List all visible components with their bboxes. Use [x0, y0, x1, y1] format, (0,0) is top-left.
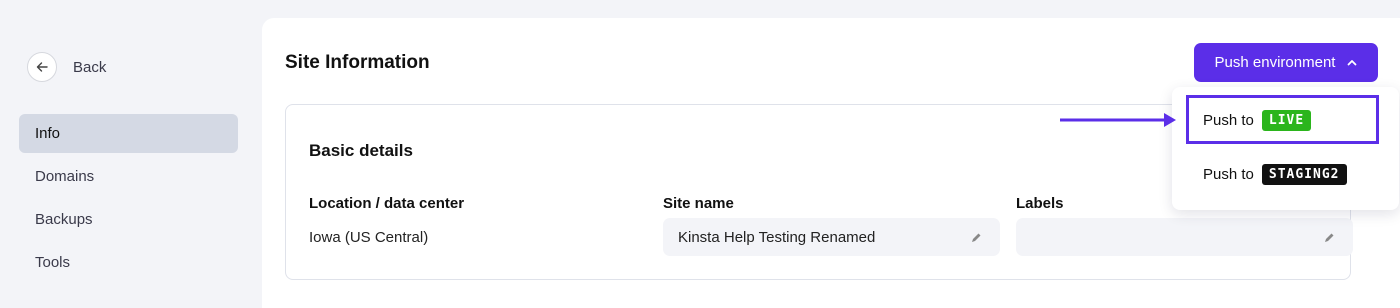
location-label: Location / data center [309, 195, 465, 212]
sidebar-item-domains[interactable]: Domains [19, 157, 238, 196]
live-badge: LIVE [1261, 109, 1312, 131]
pointer-arrow-icon [1060, 113, 1176, 127]
labels-label: Labels [1016, 195, 1064, 212]
push-to-label: Push to [1203, 165, 1254, 183]
push-to-label: Push to [1203, 111, 1254, 129]
location-value: Iowa (US Central) [309, 229, 429, 246]
sidebar-nav: Info Domains Backups Tools [19, 114, 238, 286]
section-title: Basic details [309, 141, 413, 160]
page-title: Site Information [285, 52, 430, 73]
sidebar-item-backups[interactable]: Backups [19, 200, 238, 239]
staging2-badge: STAGING2 [1261, 163, 1347, 185]
back-button[interactable]: Back [27, 52, 106, 82]
site-name-label: Site name [663, 195, 734, 212]
pencil-icon[interactable] [1324, 232, 1335, 243]
back-label: Back [73, 58, 107, 76]
push-environment-menu: Push to LIVE Push to STAGING2 [1172, 87, 1399, 210]
sidebar-item-tools[interactable]: Tools [19, 243, 238, 282]
site-name-field[interactable]: Kinsta Help Testing Renamed [663, 218, 1000, 256]
push-to-live-option[interactable]: Push to LIVE [1172, 95, 1399, 145]
push-to-staging2-option[interactable]: Push to STAGING2 [1172, 149, 1399, 199]
push-environment-button[interactable]: Push environment [1194, 43, 1378, 82]
pencil-icon[interactable] [971, 232, 982, 243]
sidebar: Back Info Domains Backups Tools [0, 0, 262, 289]
chevron-up-icon [1347, 59, 1357, 66]
sidebar-item-info[interactable]: Info [19, 114, 238, 153]
site-name-value: Kinsta Help Testing Renamed [678, 228, 876, 246]
push-environment-label: Push environment [1214, 54, 1336, 71]
back-arrow-icon [27, 52, 57, 82]
labels-field[interactable] [1016, 218, 1353, 256]
